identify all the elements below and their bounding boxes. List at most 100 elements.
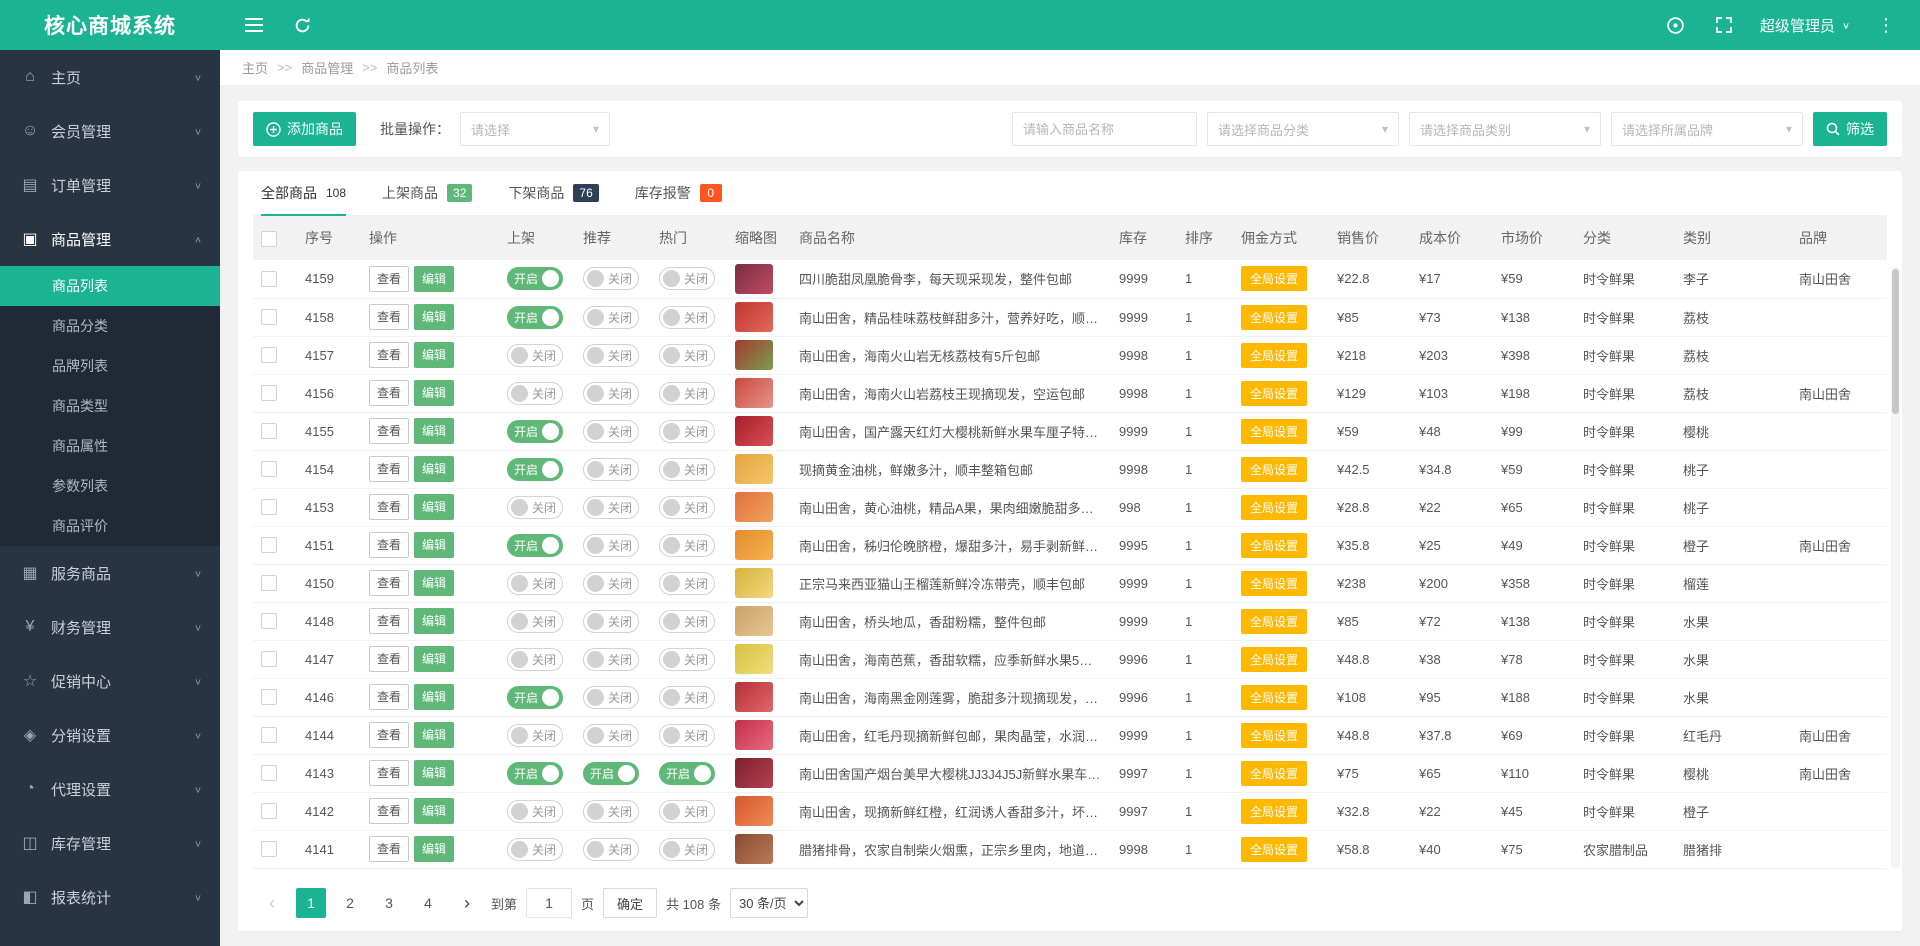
toggle-off[interactable]: 关闭	[659, 534, 715, 557]
toggle-off[interactable]: 关闭	[659, 496, 715, 519]
page-button-3[interactable]: 3	[374, 888, 404, 918]
view-button[interactable]: 查看	[369, 380, 409, 406]
filter-button[interactable]: 筛选	[1813, 112, 1887, 146]
toggle-off[interactable]: 关闭	[507, 724, 563, 747]
toggle-off[interactable]: 关闭	[507, 344, 563, 367]
edit-button[interactable]: 编辑	[414, 608, 454, 634]
toggle-off[interactable]: 关闭	[659, 572, 715, 595]
view-button[interactable]: 查看	[369, 570, 409, 596]
edit-button[interactable]: 编辑	[414, 456, 454, 482]
sidebar-item-8[interactable]: ◔ 代理设置 ∨	[0, 762, 220, 816]
sidebar-subitem[interactable]: 商品列表	[0, 266, 220, 306]
view-button[interactable]: 查看	[369, 722, 409, 748]
toggle-off[interactable]: 关闭	[659, 648, 715, 671]
tab-3[interactable]: 库存报警 0	[635, 171, 722, 215]
toggle-off[interactable]: 关闭	[583, 534, 639, 557]
view-button[interactable]: 查看	[369, 684, 409, 710]
toggle-off[interactable]: 关闭	[659, 686, 715, 709]
toggle-off[interactable]: 关闭	[583, 496, 639, 519]
toggle-off[interactable]: 关闭	[583, 420, 639, 443]
sidebar-subitem[interactable]: 品牌列表	[0, 346, 220, 386]
prev-page-button[interactable]: ‹	[257, 888, 287, 918]
commission-setting-button[interactable]: 全局设置	[1241, 647, 1307, 672]
row-checkbox[interactable]	[261, 651, 277, 667]
row-checkbox[interactable]	[261, 385, 277, 401]
commission-setting-button[interactable]: 全局设置	[1241, 723, 1307, 748]
page-button-4[interactable]: 4	[413, 888, 443, 918]
toggle-off[interactable]: 关闭	[583, 648, 639, 671]
toggle-on[interactable]: 开启	[507, 458, 563, 481]
toggle-off[interactable]: 关闭	[583, 610, 639, 633]
sidebar-subitem[interactable]: 商品类型	[0, 386, 220, 426]
breadcrumb-item[interactable]: 商品列表	[386, 58, 438, 77]
commission-setting-button[interactable]: 全局设置	[1241, 305, 1307, 330]
view-button[interactable]: 查看	[369, 798, 409, 824]
user-menu[interactable]: 超级管理员 ∨	[1760, 15, 1850, 36]
view-button[interactable]: 查看	[369, 266, 409, 292]
row-checkbox[interactable]	[261, 689, 277, 705]
toggle-off[interactable]: 关闭	[507, 496, 563, 519]
toggle-off[interactable]: 关闭	[507, 610, 563, 633]
commission-setting-button[interactable]: 全局设置	[1241, 343, 1307, 368]
tab-2[interactable]: 下架商品 76	[508, 171, 598, 215]
sidebar-item-2[interactable]: ▤ 订单管理 ∨	[0, 158, 220, 212]
sidebar-subitem[interactable]: 参数列表	[0, 466, 220, 506]
toggle-on[interactable]: 开启	[507, 534, 563, 557]
view-button[interactable]: 查看	[369, 418, 409, 444]
toggle-off[interactable]: 关闭	[659, 724, 715, 747]
edit-button[interactable]: 编辑	[414, 266, 454, 292]
tab-1[interactable]: 上架商品 32	[382, 171, 472, 215]
toggle-off[interactable]: 关闭	[583, 267, 639, 290]
per-page-select[interactable]: 30 条/页	[730, 888, 808, 918]
commission-setting-button[interactable]: 全局设置	[1241, 761, 1307, 786]
edit-button[interactable]: 编辑	[414, 684, 454, 710]
refresh-icon[interactable]	[290, 13, 314, 37]
edit-button[interactable]: 编辑	[414, 836, 454, 862]
add-product-button[interactable]: 添加商品	[253, 112, 356, 146]
commission-setting-button[interactable]: 全局设置	[1241, 837, 1307, 862]
toggle-on[interactable]: 开启	[507, 420, 563, 443]
toggle-off[interactable]: 关闭	[583, 306, 639, 329]
view-button[interactable]: 查看	[369, 304, 409, 330]
toggle-off[interactable]: 关闭	[507, 648, 563, 671]
toggle-off[interactable]: 关闭	[583, 458, 639, 481]
toggle-off[interactable]: 关闭	[507, 838, 563, 861]
row-checkbox[interactable]	[261, 765, 277, 781]
sidebar-item-9[interactable]: ◫ 库存管理 ∨	[0, 816, 220, 870]
edit-button[interactable]: 编辑	[414, 494, 454, 520]
commission-setting-button[interactable]: 全局设置	[1241, 685, 1307, 710]
sidebar-subitem[interactable]: 商品分类	[0, 306, 220, 346]
filter-select-0[interactable]: 请选择商品分类▾	[1207, 112, 1399, 146]
commission-setting-button[interactable]: 全局设置	[1241, 609, 1307, 634]
toggle-off[interactable]: 关闭	[583, 572, 639, 595]
sidebar-item-5[interactable]: ¥ 财务管理 ∨	[0, 600, 220, 654]
edit-button[interactable]: 编辑	[414, 798, 454, 824]
commission-setting-button[interactable]: 全局设置	[1241, 266, 1307, 291]
row-checkbox[interactable]	[261, 461, 277, 477]
commission-setting-button[interactable]: 全局设置	[1241, 533, 1307, 558]
edit-button[interactable]: 编辑	[414, 570, 454, 596]
toggle-off[interactable]: 关闭	[659, 420, 715, 443]
table-scrollbar[interactable]	[1891, 267, 1900, 869]
edit-button[interactable]: 编辑	[414, 760, 454, 786]
commission-setting-button[interactable]: 全局设置	[1241, 495, 1307, 520]
sidebar-item-4[interactable]: ▦ 服务商品 ∨	[0, 546, 220, 600]
toggle-on[interactable]: 开启	[659, 762, 715, 785]
row-checkbox[interactable]	[261, 537, 277, 553]
commission-setting-button[interactable]: 全局设置	[1241, 799, 1307, 824]
sidebar-item-3[interactable]: ▣ 商品管理 ∧	[0, 212, 220, 266]
product-name-search-input[interactable]	[1012, 112, 1197, 146]
row-checkbox[interactable]	[261, 727, 277, 743]
view-button[interactable]: 查看	[369, 836, 409, 862]
toggle-on[interactable]: 开启	[507, 686, 563, 709]
toggle-off[interactable]: 关闭	[659, 382, 715, 405]
menu-collapse-icon[interactable]	[242, 13, 266, 37]
filter-select-1[interactable]: 请选择商品类别▾	[1409, 112, 1601, 146]
scrollbar-thumb[interactable]	[1892, 269, 1899, 414]
toggle-off[interactable]: 关闭	[583, 800, 639, 823]
sidebar-item-7[interactable]: ◈ 分销设置 ∨	[0, 708, 220, 762]
sidebar-item-1[interactable]: ☺ 会员管理 ∨	[0, 104, 220, 158]
edit-button[interactable]: 编辑	[414, 304, 454, 330]
view-button[interactable]: 查看	[369, 646, 409, 672]
edit-button[interactable]: 编辑	[414, 722, 454, 748]
